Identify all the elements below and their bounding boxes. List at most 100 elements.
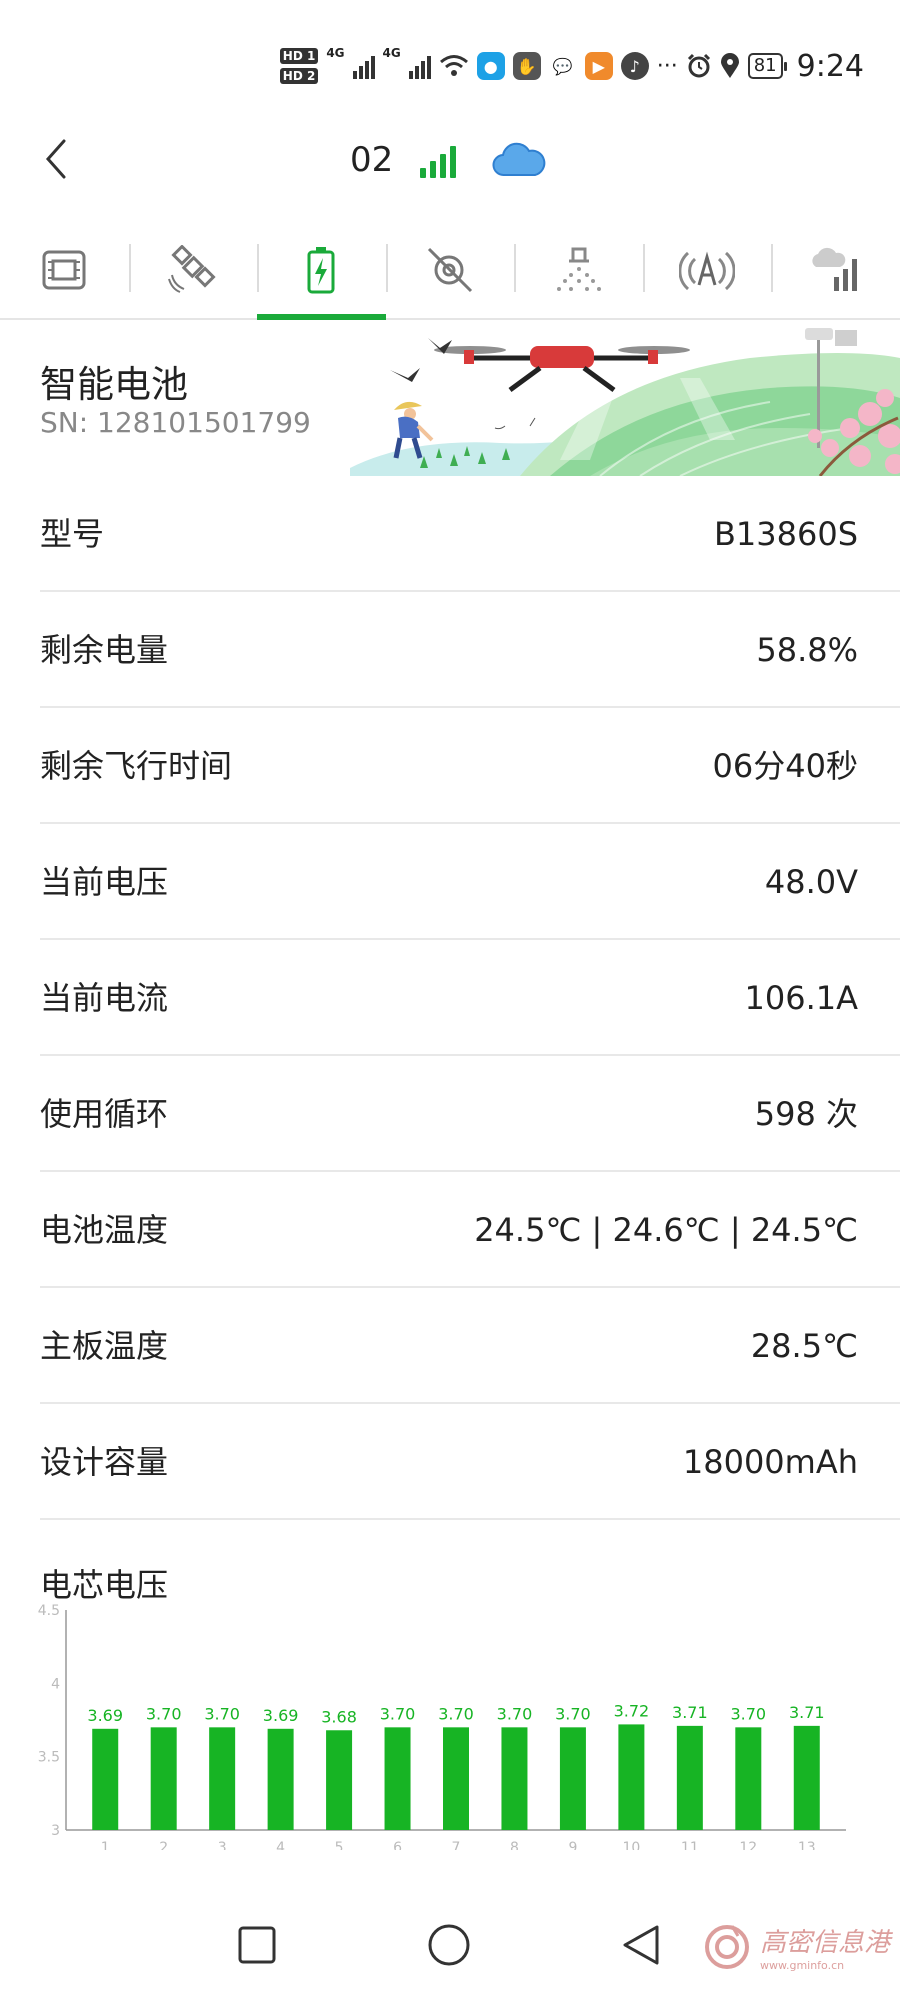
bar [735,1727,762,1830]
bar-value-label: 3.69 [263,1706,299,1725]
farm-drone-illustration [350,328,900,476]
row-value: 58.8% [756,631,858,669]
bar [443,1727,469,1830]
square-icon [238,1926,276,1964]
x-tick-label: 3 [218,1840,227,1850]
status-icons: HD 1 HD 2 4G 4G ● ✋ 💬 ▶ ♪ ··· 81 9:24 [279,46,864,86]
bar-value-label: 3.70 [555,1704,591,1723]
battery-serial-number: SN: 128101501799 [40,406,311,439]
hand-app-icon: ✋ [512,52,541,80]
radar-icon [427,247,473,293]
row-value: 598 次 [754,1095,858,1133]
bar [618,1724,645,1830]
bar-value-label: 3.70 [380,1704,416,1723]
bar [209,1727,236,1830]
y-tick-label: 3.5 [38,1750,60,1766]
camera-app-icon: ● [476,52,505,80]
row-value: 48.0V [764,863,858,901]
x-tick-label: 8 [510,1840,519,1850]
row-cycle-count: 使用循环 598 次 [0,1056,900,1172]
tab-antenna[interactable] [642,222,772,318]
battery-level: 81 [747,53,787,79]
x-tick-label: 6 [393,1840,402,1850]
bar [267,1728,294,1830]
row-label: 当前电流 [40,979,169,1017]
row-label: 剩余飞行时间 [40,747,233,785]
row-value: B13860S [713,515,858,553]
home-button[interactable] [414,1910,484,1980]
row-current: 当前电流 106.1A [0,940,900,1056]
bar [326,1730,353,1830]
bar [793,1725,820,1830]
antenna-icon [679,251,736,291]
y-tick-label: 4 [51,1676,60,1692]
x-tick-label: 4 [276,1840,285,1850]
audio-app-icon: ♪ [620,52,649,80]
satellite-icon [167,245,216,293]
back-nav-button[interactable] [606,1910,676,1980]
watermark: 高密信息港 www.gminfo.cn [702,1922,890,1972]
x-tick-label: 10 [622,1840,640,1850]
bar [676,1725,703,1830]
spray-icon [556,247,601,291]
message-icon: 💬 [552,56,573,76]
status-bar: HD 1 HD 2 4G 4G ● ✋ 💬 ▶ ♪ ··· 81 9:24 [0,0,900,120]
row-label: 剩余电量 [40,631,169,669]
row-label: 使用循环 [40,1095,169,1133]
drone-id: 02 [350,140,394,180]
alarm-icon [687,53,710,78]
watermark-logo-icon [704,1925,749,1969]
row-board-temperature: 主板温度 28.5℃ [0,1288,900,1404]
cell-voltage-chart-title: 电芯电压 [40,1566,169,1604]
x-tick-label: 13 [798,1840,816,1850]
cell-voltage-chart: 33.544.53.6913.7023.7033.6943.6853.7063.… [38,1603,846,1850]
tab-weather-signal[interactable] [771,222,900,318]
battery-banner: 智能电池 SN: 128101501799 [0,318,900,476]
tab-spray[interactable] [514,222,643,318]
watermark-text: 高密信息港 [759,1928,890,1958]
signal-1-icon [352,53,375,79]
back-button[interactable] [36,134,76,184]
bar-value-label: 3.71 [672,1703,708,1722]
bar-value-label: 3.68 [321,1707,357,1726]
x-tick-label: 12 [739,1840,757,1850]
bar-value-label: 3.70 [497,1704,533,1723]
x-tick-label: 2 [159,1840,168,1850]
row-value: 28.5℃ [750,1327,858,1365]
row-remaining-flight-time: 剩余飞行时间 06分40秒 [0,708,900,824]
hd2-label: HD 2 [279,68,319,84]
banner-title: 智能电池 [40,363,188,406]
bar [559,1727,586,1830]
row-design-capacity: 设计容量 18000mAh [0,1404,900,1520]
net2-label: 4G [382,46,401,60]
row-label: 型号 [40,515,105,553]
tab-satellite[interactable] [128,222,258,318]
row-value: 106.1A [744,979,859,1017]
clock: 9:24 [796,48,864,84]
module-tabs [0,222,900,320]
row-label: 主板温度 [40,1327,169,1365]
row-model: 型号 B13860S [0,476,900,592]
chevron-left-icon [45,139,66,179]
system-navigation-bar: 高密信息港 www.gminfo.cn [0,1890,900,2000]
hd-indicator: HD 1 HD 2 [279,48,319,84]
recents-button[interactable] [222,1910,292,1980]
tab-radar[interactable] [385,222,515,318]
bar [92,1728,119,1830]
cloud-icon [492,142,546,177]
x-tick-label: 1 [101,1840,110,1850]
bar-value-label: 3.70 [438,1704,474,1723]
circle-icon [428,1924,470,1966]
tab-battery[interactable] [257,222,386,320]
weather-signal-icon [812,247,857,291]
bar [501,1727,528,1830]
location-icon [720,53,739,78]
net1-label: 4G [326,46,345,60]
x-tick-label: 5 [335,1840,344,1850]
row-value: 24.5℃ | 24.6℃ | 24.5℃ [474,1211,858,1249]
tab-flight-controller[interactable] [0,222,129,318]
bar-value-label: 3.70 [204,1704,240,1723]
flight-controller-icon [42,250,86,290]
row-battery-temperature: 电池温度 24.5℃ | 24.6℃ | 24.5℃ [0,1172,900,1288]
signal-2-icon [408,53,431,79]
